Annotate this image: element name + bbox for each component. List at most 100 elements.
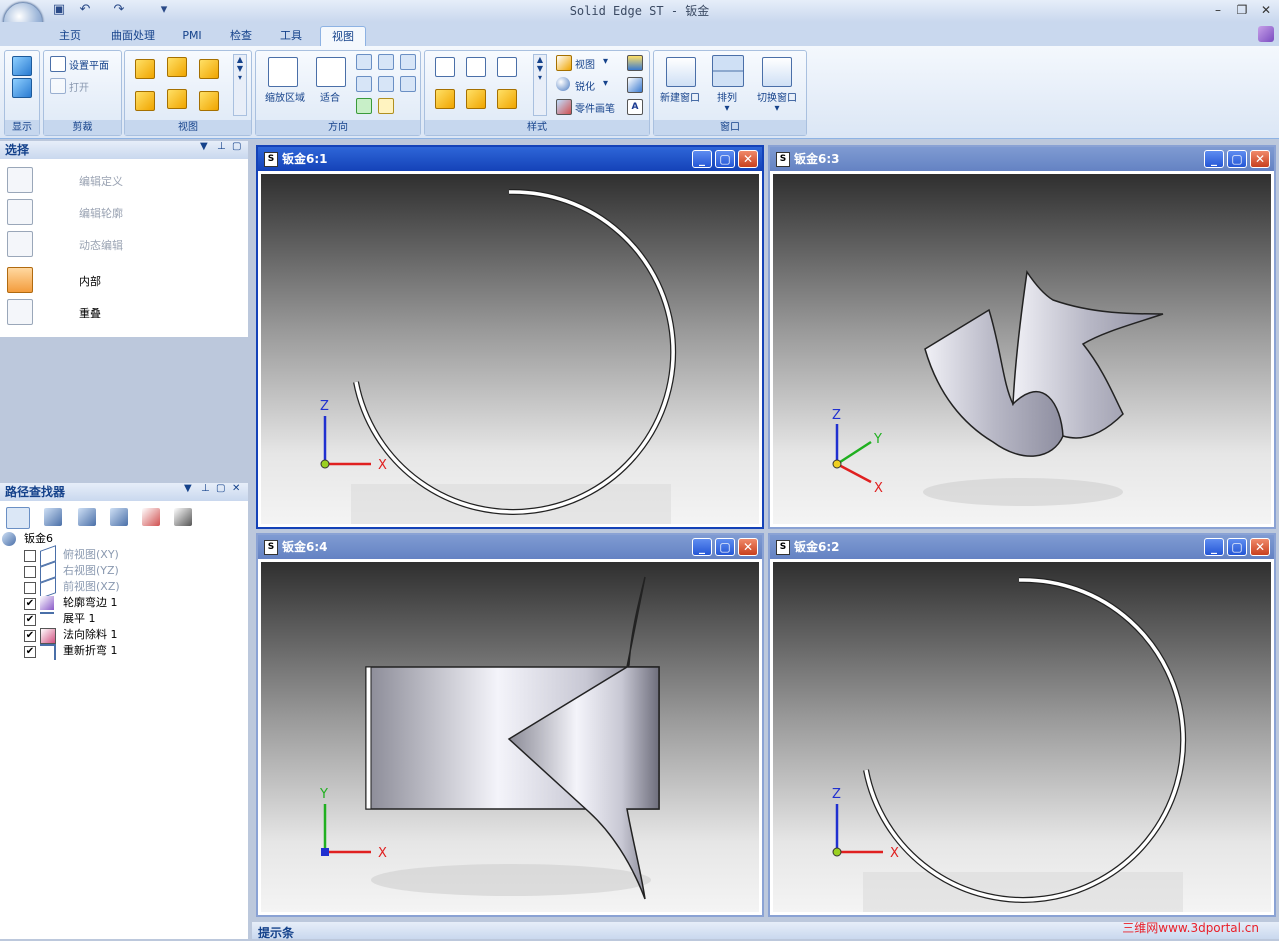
panel-pin-icon[interactable]: ⊥: [217, 141, 226, 152]
panel-pin-icon[interactable]: ⊥: [201, 483, 210, 494]
view-top-icon[interactable]: [167, 89, 187, 109]
viewport-close-icon[interactable]: ✕: [1250, 150, 1270, 168]
viewport-close-icon[interactable]: ✕: [738, 538, 758, 556]
zoom-icon[interactable]: [356, 54, 372, 70]
tree-item-rebend[interactable]: ✔ 重新折弯 1: [24, 643, 224, 660]
tree-item-checkbox[interactable]: [24, 550, 36, 562]
sketch-view-icon[interactable]: [400, 76, 416, 92]
graphics-canvas[interactable]: Y X: [261, 562, 759, 912]
views-gallery-scroll[interactable]: ▲ ▼ ▾: [233, 54, 247, 116]
view-trimetric-icon[interactable]: [199, 59, 219, 79]
arrange-icon[interactable]: [712, 55, 744, 87]
tree-item-checkbox[interactable]: [24, 582, 36, 594]
view-dimetric-icon[interactable]: [167, 57, 187, 77]
viewport-maximize-icon[interactable]: ▢: [1227, 150, 1247, 168]
open-clip-button[interactable]: 打开: [69, 79, 89, 94]
part-painter-button[interactable]: 零件画笔: [575, 100, 615, 115]
panel-menu-icon[interactable]: ▼: [184, 483, 192, 494]
viewport-minimize-icon[interactable]: _: [1204, 150, 1224, 168]
customize-qat-icon[interactable]: ▾: [155, 2, 173, 18]
redo-icon[interactable]: ↷: [110, 2, 128, 18]
tree-item-checkbox[interactable]: ✔: [24, 598, 36, 610]
tree-item-unbend[interactable]: ✔ 展平 1: [24, 611, 224, 627]
select-item-inside[interactable]: 内部: [5, 267, 243, 295]
style-gallery-scroll[interactable]: ▲ ▼ ▾: [533, 54, 547, 116]
arrange-button[interactable]: 排列: [710, 89, 744, 104]
select-item-overlap[interactable]: 重叠: [5, 299, 243, 327]
select-item-edit-definition[interactable]: 编辑定义: [5, 167, 243, 195]
style-shaded-1-icon[interactable]: [435, 89, 455, 109]
select-item-dynamic-edit[interactable]: 动态编辑: [5, 231, 243, 259]
panel-float-icon[interactable]: ▢: [216, 483, 225, 494]
library-icon[interactable]: [110, 508, 128, 526]
named-view-icon[interactable]: [378, 98, 394, 114]
viewport-minimize-icon[interactable]: _: [692, 150, 712, 168]
save-icon[interactable]: ▣: [50, 2, 68, 18]
pan-icon[interactable]: [378, 54, 394, 70]
view-front-icon[interactable]: [135, 91, 155, 111]
help-icon[interactable]: [1258, 26, 1274, 42]
viewport-4[interactable]: S 钣金6:2 _ ▢ ✕ Z X: [768, 533, 1276, 917]
viewport-close-icon[interactable]: ✕: [1250, 538, 1270, 556]
spin-icon[interactable]: [378, 76, 394, 92]
graphics-canvas[interactable]: Z X: [261, 174, 759, 524]
view-style-icon[interactable]: [556, 55, 572, 71]
set-plane-icon[interactable]: [50, 56, 66, 72]
panel-menu-icon[interactable]: ▼: [200, 141, 208, 152]
switch-window-icon[interactable]: [762, 57, 792, 87]
restore-icon[interactable]: ❐: [1232, 2, 1252, 18]
style-wire-1-icon[interactable]: [435, 57, 455, 77]
tree-item-checkbox[interactable]: ✔: [24, 646, 36, 658]
undo-icon[interactable]: ↶: [76, 2, 94, 18]
new-window-icon[interactable]: [666, 57, 696, 87]
new-window-button[interactable]: 新建窗口: [656, 89, 704, 104]
tab-surfacing[interactable]: 曲面处理: [104, 26, 162, 46]
set-plane-button[interactable]: 设置平面: [69, 57, 109, 72]
style-shaded-2-icon[interactable]: [466, 89, 486, 109]
view-right-icon[interactable]: [199, 91, 219, 111]
view-style-dropdown-icon[interactable]: ▾: [603, 56, 608, 67]
tab-tools[interactable]: 工具: [270, 26, 312, 46]
graphics-canvas[interactable]: Z Y X: [773, 174, 1271, 524]
viewport-close-icon[interactable]: ✕: [738, 150, 758, 168]
tree-item-checkbox[interactable]: [24, 566, 36, 578]
fit-button[interactable]: 适合: [312, 89, 348, 104]
rotate-icon[interactable]: [356, 76, 372, 92]
brush-icon[interactable]: [627, 77, 643, 93]
color-palette-icon[interactable]: [627, 55, 643, 71]
tab-view[interactable]: 视图: [320, 26, 366, 47]
viewport-1[interactable]: S 钣金6:1 _ ▢ ✕ Z X: [256, 145, 764, 529]
display-mode-icon[interactable]: [12, 56, 32, 76]
tab-home[interactable]: 主页: [48, 26, 92, 46]
viewport-maximize-icon[interactable]: ▢: [1227, 538, 1247, 556]
zoom-area-button[interactable]: 缩放区域: [258, 89, 312, 104]
open-clip-icon[interactable]: [50, 78, 66, 94]
style-shaded-3-icon[interactable]: [497, 89, 517, 109]
text-style-icon[interactable]: A: [627, 99, 643, 115]
tab-pmi[interactable]: PMI: [172, 26, 212, 46]
viewport-3[interactable]: S 钣金6:4 _ ▢ ✕ Y X: [256, 533, 764, 917]
switch-window-button[interactable]: 切换窗口: [752, 89, 802, 104]
display-toggle-icon[interactable]: [12, 78, 32, 98]
tree-item-checkbox[interactable]: ✔: [24, 630, 36, 642]
viewport-maximize-icon[interactable]: ▢: [715, 538, 735, 556]
viewport-minimize-icon[interactable]: _: [1204, 538, 1224, 556]
layers-icon[interactable]: [44, 508, 62, 526]
zoom-area-icon[interactable]: [268, 57, 298, 87]
viewport-minimize-icon[interactable]: _: [692, 538, 712, 556]
minimize-icon[interactable]: –: [1208, 2, 1228, 18]
switch-window-dropdown-icon[interactable]: ▾: [752, 103, 802, 114]
view-style-button[interactable]: 视图: [575, 56, 595, 71]
style-wire-3-icon[interactable]: [497, 57, 517, 77]
feature-tree-icon[interactable]: [6, 507, 30, 529]
tab-inspect[interactable]: 检查: [220, 26, 262, 46]
arrange-dropdown-icon[interactable]: ▾: [710, 103, 744, 114]
viewport-maximize-icon[interactable]: ▢: [715, 150, 735, 168]
previous-view-icon[interactable]: [400, 54, 416, 70]
view-iso-icon[interactable]: [135, 59, 155, 79]
viewport-2[interactable]: S 钣金6:3 _ ▢ ✕ Z Y X: [768, 145, 1276, 529]
tree-item-normal-cutout[interactable]: ✔ 法向除料 1: [24, 627, 224, 644]
refresh-icon[interactable]: [356, 98, 372, 114]
panel-close-icon[interactable]: ✕: [232, 483, 240, 494]
graphics-canvas[interactable]: Z X: [773, 562, 1271, 912]
